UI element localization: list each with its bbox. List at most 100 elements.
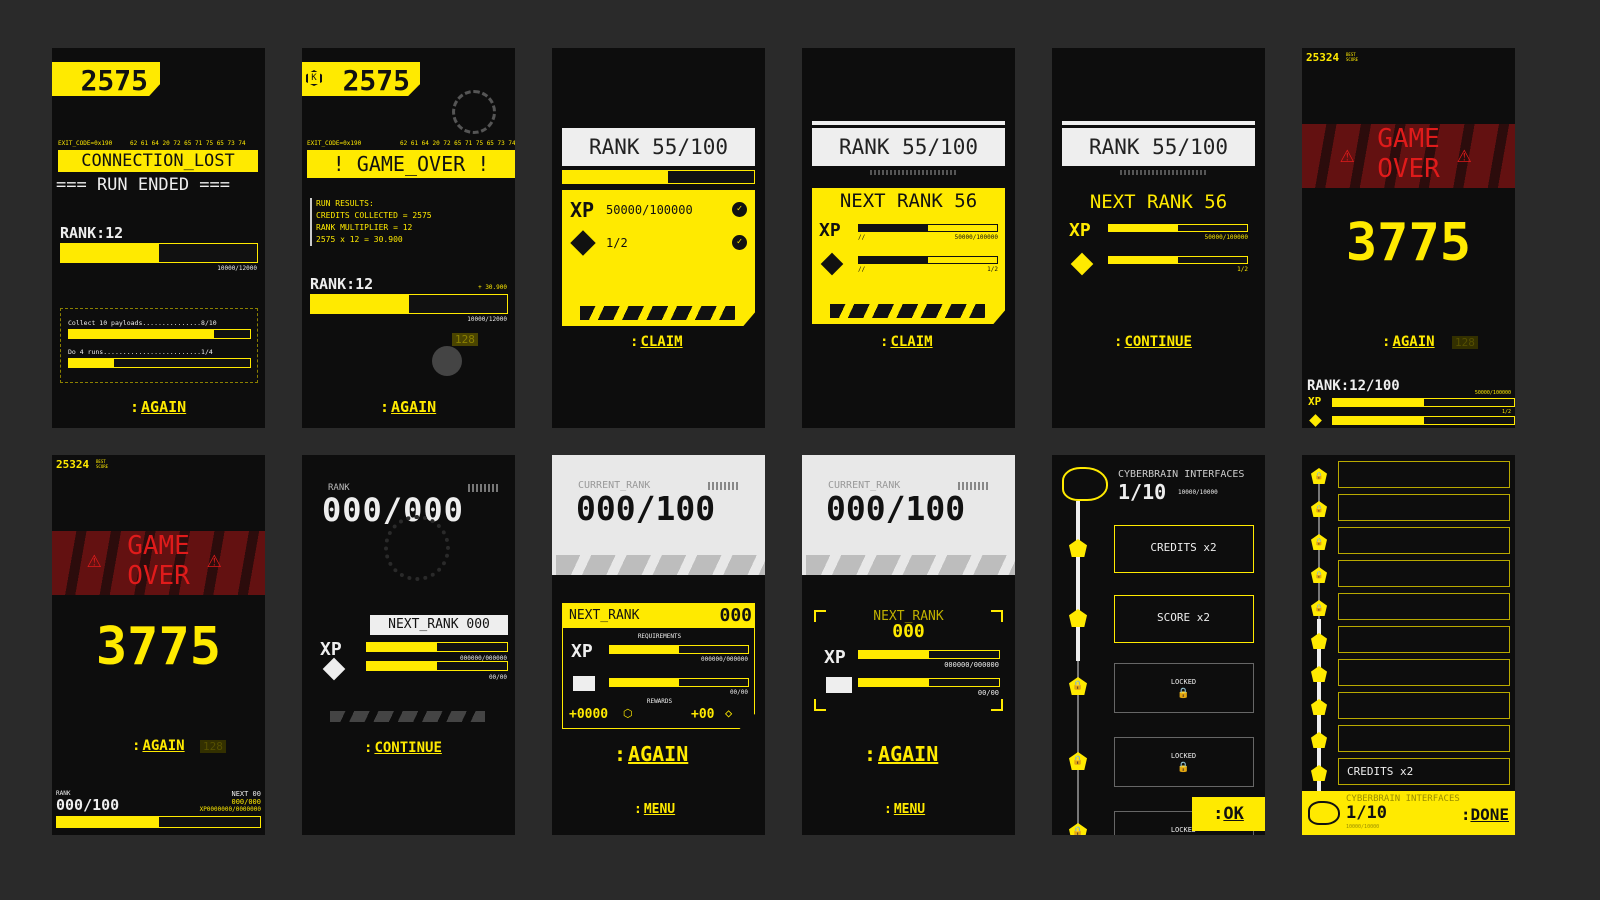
item-value: 1/2 xyxy=(1237,266,1248,273)
card-current-rank-panel: CURRENT_RANK 000/100 NEXT_RANK 000 REQUIR… xyxy=(552,455,765,835)
slot-box[interactable] xyxy=(1338,725,1510,752)
rank-progress-fill xyxy=(311,295,409,313)
lock-icon: 🔒 xyxy=(1177,688,1190,699)
hazard-stripes xyxy=(806,555,1015,575)
done-button[interactable]: :DONE xyxy=(1461,805,1509,824)
interfaces-title: CYBERBRAIN INTERFACES xyxy=(1118,469,1245,480)
slot-locked[interactable]: LOCKED 🔒 xyxy=(1114,737,1254,787)
hazard-stripes xyxy=(580,306,735,320)
missions-box: Collect 10 payloads...............8/10 D… xyxy=(60,308,258,383)
slot-box[interactable] xyxy=(1338,659,1510,686)
item-value: 1/2 xyxy=(987,266,998,273)
slashes: // xyxy=(858,266,866,273)
slot-box[interactable] xyxy=(1338,527,1510,554)
slot-box[interactable] xyxy=(1338,494,1510,521)
rank-progress-fill xyxy=(57,817,159,827)
results-line: 2575 x 12 = 30.900 xyxy=(316,235,403,244)
interfaces-level: 1/10 xyxy=(1346,803,1387,823)
ok-button[interactable]: :OK xyxy=(1192,797,1265,831)
credits-hex-icon: K xyxy=(306,70,322,86)
item-progress-fill xyxy=(859,257,928,263)
slot-box[interactable] xyxy=(1338,560,1510,587)
reward-credits: +0000 xyxy=(569,707,609,722)
again-button[interactable]: : AGAIN xyxy=(380,398,436,416)
card-game-over-results: K 2575 EXIT_CODE=0x190 62 61 64 20 72 65… xyxy=(302,48,515,428)
claim-button[interactable]: : CLAIM xyxy=(880,334,933,350)
game-over-text: GAME xyxy=(1377,124,1440,154)
rank-bonus: + 30.900 xyxy=(478,284,507,291)
card-game-over-score: 25324 BEST SCORE ⚠ ⚠ GAME OVER 3775 : AGA… xyxy=(1302,48,1515,428)
counter-badge: 128 xyxy=(452,333,478,346)
item-progress-bar xyxy=(858,678,1000,687)
rank-progress-bar xyxy=(562,170,755,184)
lock-node-icon: 🔒 xyxy=(1311,567,1327,583)
results-block: RUN RESULTS: CREDITS COLLECTED = 2575 RA… xyxy=(310,198,432,246)
menu-button[interactable]: : MENU xyxy=(634,802,675,817)
next-label: NEXT 00 xyxy=(231,790,261,798)
results-line: RUN RESULTS: xyxy=(316,199,374,208)
barcode xyxy=(468,484,500,492)
reward-panel: XP 50000/100000 ✓ 1/2 ✓ xyxy=(562,190,755,326)
next-rank-header: NEXT_RANK 000 xyxy=(563,604,755,628)
credits-icon: ⬡ xyxy=(623,707,633,720)
next-rank-title: NEXT RANK 56 xyxy=(1089,191,1228,213)
continue-button[interactable]: : CONTINUE xyxy=(364,740,442,756)
next-rank-title: NEXT RANK 56 xyxy=(839,190,978,212)
slot-box[interactable] xyxy=(1338,692,1510,719)
reward-panel: NEXT RANK 56 XP // 50000/100000 // 1/2 xyxy=(812,188,1005,324)
again-button[interactable]: : AGAIN xyxy=(864,742,938,766)
card-game-over-rank: 25324 BEST SCORE ⚠ ⚠ GAME OVER 3775 : AGA… xyxy=(52,455,265,835)
chip-icon xyxy=(820,252,844,276)
rank-header: RANK 55/100 xyxy=(1062,128,1255,166)
xp-value: 50000/100000 xyxy=(1204,234,1248,241)
item-value: 1/2 xyxy=(1501,409,1511,415)
top-line xyxy=(812,121,1005,125)
slot-credits[interactable]: CREDITS x2 xyxy=(1114,525,1254,573)
item-value: 00/00 xyxy=(488,674,507,681)
card-current-rank-brackets: CURRENT_RANK 000/100 NEXT_RANK 000 XP 00… xyxy=(802,455,1015,835)
xp-value: 50000/100000 xyxy=(1474,390,1511,396)
again-button[interactable]: : AGAIN xyxy=(132,738,185,754)
next-rank-value: 000 xyxy=(892,621,925,642)
slot-score[interactable]: SCORE x2 xyxy=(1114,595,1254,643)
rank-progress-fill xyxy=(563,171,669,183)
rank-value: 000/100 xyxy=(56,796,120,814)
xp-label: XP xyxy=(824,647,846,668)
claim-button[interactable]: : CLAIM xyxy=(630,334,683,350)
menu-button[interactable]: : MENU xyxy=(884,802,925,817)
lock-node-icon: 🔒 xyxy=(1311,600,1327,616)
again-button[interactable]: : AGAIN xyxy=(130,398,186,416)
interfaces-xp: 10000/10000 xyxy=(1178,489,1218,496)
exit-code: EXIT_CODE=0x190 xyxy=(58,140,113,147)
chip-icon xyxy=(826,677,852,693)
slashes: // xyxy=(858,234,866,241)
slot-locked[interactable]: LOCKED 🔒 xyxy=(1114,663,1254,713)
item-progress-fill xyxy=(367,662,437,670)
xp-value: 000000/000000 xyxy=(944,661,999,669)
item-value: 00/00 xyxy=(729,689,748,696)
results-line: CREDITS COLLECTED = 2575 xyxy=(316,211,432,220)
again-button[interactable]: : AGAIN xyxy=(1382,334,1435,350)
slot-box[interactable] xyxy=(1338,626,1510,653)
chip-icon xyxy=(573,676,595,691)
unlocked-node xyxy=(1311,699,1327,715)
continue-button[interactable]: : CONTINUE xyxy=(1114,334,1192,350)
xp-value: 50000/100000 xyxy=(606,203,693,217)
status-banner: ! GAME_OVER ! xyxy=(307,150,515,178)
xp-progress-bar xyxy=(1108,224,1248,232)
check-icon: ✓ xyxy=(732,202,747,217)
slot-box[interactable] xyxy=(1338,461,1510,488)
lock-node-icon: 🔒 xyxy=(1069,677,1087,695)
again-button[interactable]: : AGAIN xyxy=(614,742,688,766)
best-score: 25324 xyxy=(1306,51,1340,64)
xp-label: XP xyxy=(571,641,593,662)
mission-progress-bar xyxy=(68,329,251,339)
slot-box[interactable]: CREDITS x2 xyxy=(1338,758,1510,785)
corner-bracket xyxy=(991,699,1003,711)
xp-progress-fill xyxy=(859,225,928,231)
slot-box[interactable] xyxy=(1338,593,1510,620)
card-next-rank-claim: RANK 55/100 NEXT RANK 56 XP // 50000/100… xyxy=(802,48,1015,428)
xp-progress-bar xyxy=(609,645,749,654)
status-banner: CONNECTION_LOST xyxy=(58,150,258,172)
unlocked-node xyxy=(1069,539,1087,557)
